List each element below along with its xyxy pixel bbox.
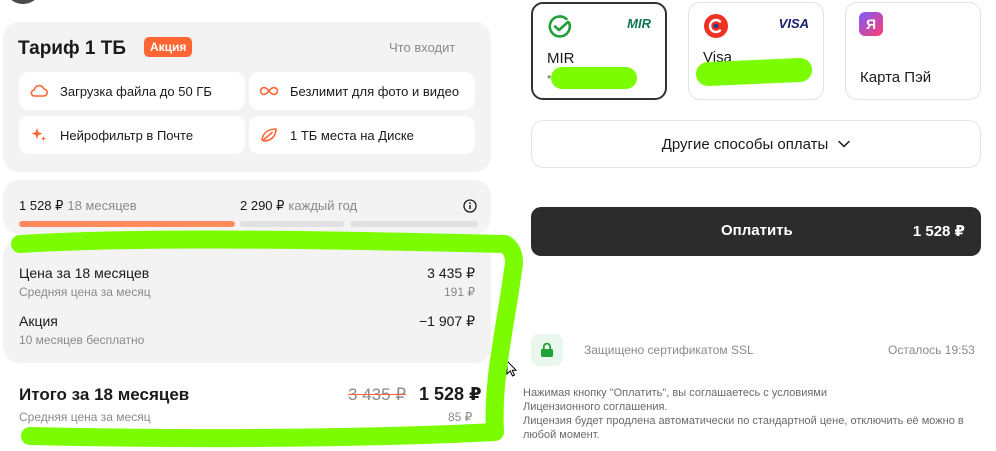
feature-unlimited-media: Безлимит для фото и видео <box>249 72 475 110</box>
card-name: Карта Пэй <box>860 69 932 86</box>
avg-price-label: Средняя цена за месяц <box>19 285 151 299</box>
new-price: 1 528 ₽ <box>419 384 482 404</box>
disk-leaf-icon <box>261 128 277 142</box>
pay-amount: 1 528 ₽ <box>912 223 965 240</box>
card-mask: •• <box>547 70 558 84</box>
payment-card-visa[interactable]: VISA Visa <box>688 2 824 100</box>
payment-card-mir[interactable]: MIR MIR •• <box>531 2 667 100</box>
card-name: Visa <box>703 49 732 66</box>
feature-disk-space: 1 ТБ места на Диске <box>249 116 475 154</box>
price-value: 3 435 ₽ <box>427 265 475 281</box>
visa-brand-icon: VISA <box>778 16 809 31</box>
total-label: Итого за 18 месяцев <box>19 385 190 404</box>
lock-icon <box>531 334 563 366</box>
feature-label: 1 ТБ места на Диске <box>290 127 414 143</box>
feature-neurofilter: Нейрофильтр в Почте <box>19 116 245 154</box>
legal-line2: Лицензия будет продлена автоматически по… <box>523 415 964 441</box>
card-name: MIR <box>547 50 575 67</box>
total-avg-label: Средняя цена за месяц <box>19 410 151 424</box>
period-bar[interactable] <box>350 221 478 227</box>
tariff-title: Тариф 1 ТБ <box>18 38 126 59</box>
other-methods-label: Другие способы оплаты <box>661 135 829 153</box>
period-duration: 18 месяцев <box>67 198 137 213</box>
period-bar-selected[interactable] <box>19 221 235 227</box>
yandex-pay-icon: Я <box>859 12 883 36</box>
feature-label: Безлимит для фото и видео <box>290 83 460 99</box>
period-bar[interactable] <box>240 221 344 227</box>
feature-label: Нейрофильтр в Почте <box>60 127 194 143</box>
legal-line1: Нажимая кнопку "Оплатить", вы соглашаете… <box>523 387 828 399</box>
feature-label: Загрузка файла до 50 ГБ <box>60 83 212 99</box>
mouse-cursor-icon <box>506 360 518 377</box>
other-payment-methods-button[interactable]: Другие способы оплаты <box>531 120 981 168</box>
remaining-timer: Осталось 19:53 <box>888 343 975 357</box>
infinity-icon <box>259 86 279 96</box>
total-avg-value: 85 ₽ <box>448 410 473 424</box>
ssl-text: Защищено сертификатом SSL <box>584 343 754 357</box>
promo-label: Акция <box>19 313 58 329</box>
price-label: Цена за 18 месяцев <box>19 265 150 281</box>
sparkles-icon <box>31 128 47 142</box>
whats-included-link[interactable]: Что входит <box>389 40 455 55</box>
cloud-icon <box>30 84 48 97</box>
pay-label: Оплатить <box>721 222 793 239</box>
promo-badge: Акция <box>144 37 193 57</box>
license-agreement-link[interactable]: Лицензионного соглашения. <box>523 400 983 414</box>
legal-notice: Нажимая кнопку "Оплатить", вы соглашаете… <box>523 386 983 442</box>
promo-sub: 10 месяцев бесплатно <box>19 333 145 347</box>
pay-button[interactable]: Оплатить 1 528 ₽ <box>531 207 981 256</box>
sber-logo-icon <box>548 15 572 38</box>
bank-logo-icon <box>704 14 728 38</box>
feature-upload: Загрузка файла до 50 ГБ <box>19 72 245 110</box>
period-option-yearly[interactable]: 2 290 ₽ каждый год <box>240 198 357 214</box>
mir-brand-icon: MIR <box>627 16 651 31</box>
info-icon[interactable] <box>463 199 477 213</box>
payment-card-pay[interactable]: Я Карта Пэй <box>845 2 981 100</box>
promo-value: −1 907 ₽ <box>418 313 475 329</box>
period-price: 1 528 ₽ <box>19 198 64 213</box>
avatar[interactable] <box>8 0 38 4</box>
chevron-down-icon <box>838 140 851 148</box>
period-option-18-months[interactable]: 1 528 ₽18 месяцев <box>19 198 137 214</box>
period-price: 2 290 ₽ <box>240 198 285 213</box>
old-price: 3 435 ₽ <box>348 385 407 404</box>
avg-price-value: 191 ₽ <box>444 285 475 299</box>
period-duration: каждый год <box>288 198 358 213</box>
